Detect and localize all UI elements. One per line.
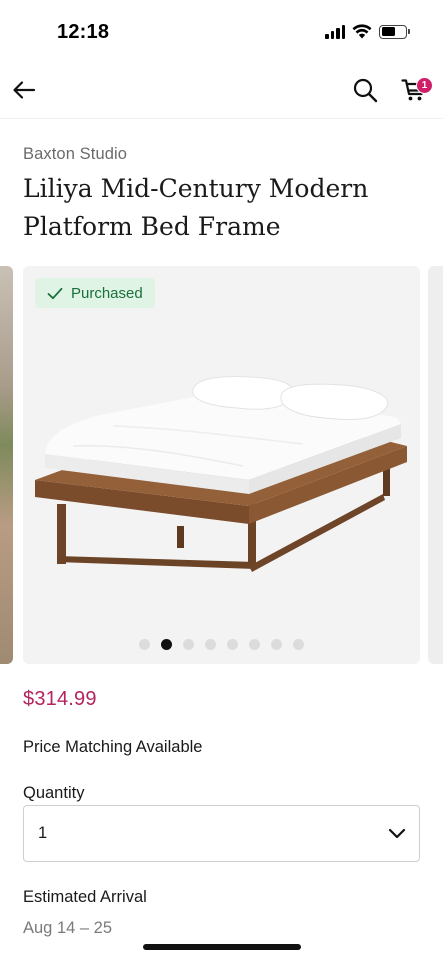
previous-image-peek[interactable] xyxy=(0,266,13,664)
estimated-arrival-date: Aug 14 – 25 xyxy=(23,919,112,937)
quantity-label: Quantity xyxy=(23,784,85,802)
image-carousel[interactable]: Purchased xyxy=(0,266,443,664)
carousel-dot[interactable] xyxy=(205,639,216,650)
carousel-dots xyxy=(23,639,420,650)
battery-icon xyxy=(379,24,410,39)
status-bar: 12:18 xyxy=(0,0,443,62)
next-image-peek[interactable] xyxy=(428,266,443,664)
status-time: 12:18 xyxy=(57,21,110,43)
carousel-dot[interactable] xyxy=(161,639,172,650)
back-arrow-icon xyxy=(13,81,36,99)
quantity-value: 1 xyxy=(38,824,48,842)
header-divider xyxy=(0,118,443,119)
status-icons xyxy=(325,24,410,39)
search-icon xyxy=(353,78,378,103)
cart-count-badge: 1 xyxy=(416,77,433,94)
nav-bar: 1 xyxy=(0,62,443,118)
home-indicator[interactable] xyxy=(143,944,301,950)
carousel-dot[interactable] xyxy=(227,639,238,650)
bed-frame-image xyxy=(35,376,407,572)
check-icon xyxy=(47,287,63,299)
carousel-dot[interactable] xyxy=(249,639,260,650)
price-matching-link[interactable]: Price Matching Available xyxy=(23,738,202,757)
carousel-dot[interactable] xyxy=(183,639,194,650)
wifi-icon xyxy=(352,24,372,39)
product-price: $314.99 xyxy=(23,688,97,710)
brand-link[interactable]: Baxton Studio xyxy=(23,145,127,164)
estimated-arrival-label: Estimated Arrival xyxy=(23,888,147,906)
signal-icon xyxy=(325,24,345,39)
quantity-select[interactable]: 1 xyxy=(23,805,420,862)
carousel-dot[interactable] xyxy=(139,639,150,650)
carousel-dot[interactable] xyxy=(293,639,304,650)
product-image[interactable]: Purchased xyxy=(23,266,420,664)
carousel-dot[interactable] xyxy=(271,639,282,650)
cart-button[interactable]: 1 xyxy=(398,74,433,106)
back-button[interactable] xyxy=(8,74,40,106)
purchased-badge: Purchased xyxy=(35,278,155,308)
purchased-label: Purchased xyxy=(71,284,143,302)
chevron-down-icon xyxy=(388,828,406,839)
search-button[interactable] xyxy=(349,74,381,106)
product-title: Liliya Mid-Century Modern Platform Bed F… xyxy=(23,174,369,241)
